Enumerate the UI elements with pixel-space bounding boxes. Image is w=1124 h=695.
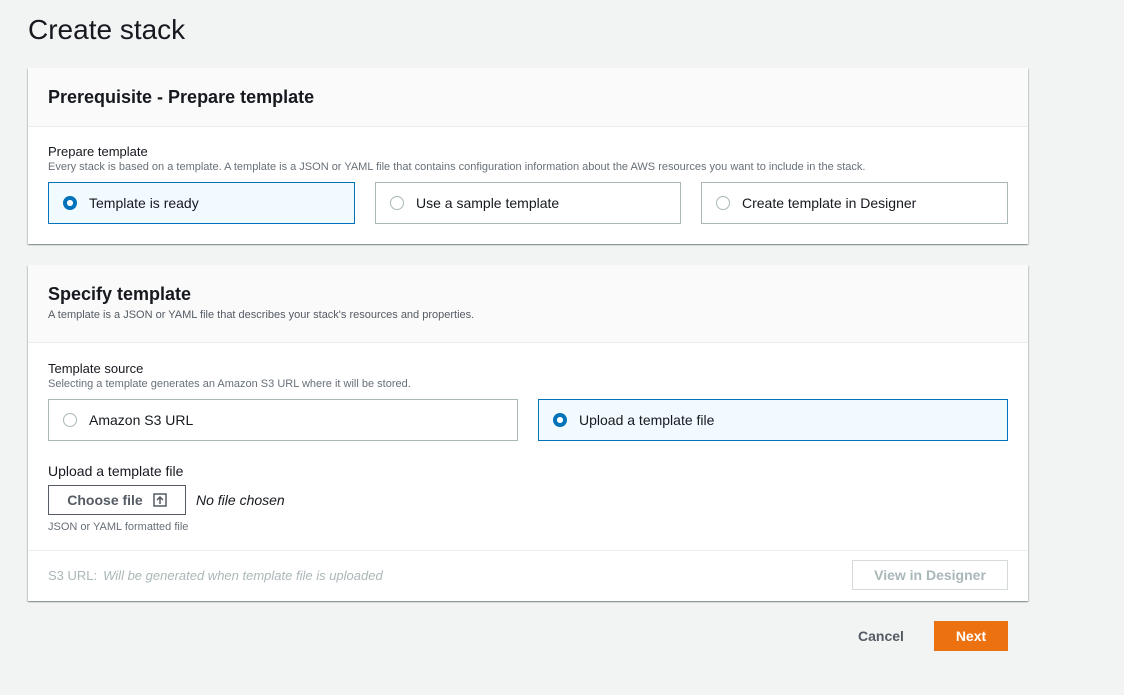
specify-template-panel-title: Specify template <box>48 284 192 304</box>
prepare-template-field: Prepare template Every stack is based on… <box>48 144 865 173</box>
view-in-designer-button[interactable]: View in Designer <box>852 560 1008 590</box>
cancel-button[interactable]: Cancel <box>858 628 904 644</box>
prerequisite-panel: Prerequisite - Prepare template Prepare … <box>28 68 1028 244</box>
specify-template-panel-header: Specify template A template is a JSON or… <box>28 265 1028 343</box>
specify-template-panel-description: A template is a JSON or YAML file that d… <box>48 309 475 321</box>
option-sample-template[interactable]: Use a sample template <box>375 182 681 224</box>
option-designer-template[interactable]: Create template in Designer <box>701 182 1008 224</box>
upload-template-file-label: Upload a template file <box>48 463 184 479</box>
option-label: Upload a template file <box>579 412 715 428</box>
option-template-ready[interactable]: Template is ready <box>48 182 355 224</box>
radio-button[interactable] <box>63 196 77 210</box>
divider <box>28 550 1028 551</box>
s3-url-label: S3 URL: <box>48 568 98 583</box>
specify-template-panel: Specify template A template is a JSON or… <box>28 265 1028 601</box>
option-label: Template is ready <box>89 195 199 211</box>
prepare-template-description: Every stack is based on a template. A te… <box>48 161 866 173</box>
radio-button[interactable] <box>553 413 567 427</box>
file-format-hint: JSON or YAML formatted file <box>48 521 189 533</box>
option-amazon-s3-url[interactable]: Amazon S3 URL <box>48 399 518 441</box>
option-upload-template-file[interactable]: Upload a template file <box>538 399 1008 441</box>
option-label: Create template in Designer <box>742 195 917 211</box>
next-button[interactable]: Next <box>934 621 1008 651</box>
choose-file-label: Choose file <box>67 492 143 508</box>
prepare-template-label: Prepare template <box>48 144 148 159</box>
prerequisite-panel-header: Prerequisite - Prepare template <box>28 68 1028 127</box>
radio-button[interactable] <box>716 196 730 210</box>
prerequisite-panel-title: Prerequisite - Prepare template <box>48 87 315 107</box>
template-source-field: Template source Selecting a template gen… <box>48 361 411 390</box>
choose-file-button[interactable]: Choose file <box>48 485 186 515</box>
template-source-description: Selecting a template generates an Amazon… <box>48 378 411 390</box>
s3-url-value: Will be generated when template file is … <box>103 568 383 583</box>
radio-button[interactable] <box>63 413 77 427</box>
s3-url-row: S3 URL: Will be generated when template f… <box>48 568 383 583</box>
no-file-chosen-text: No file chosen <box>196 492 285 508</box>
radio-button[interactable] <box>390 196 404 210</box>
page-title: Create stack <box>28 14 186 45</box>
upload-icon <box>152 493 167 507</box>
option-label: Amazon S3 URL <box>89 412 194 428</box>
option-label: Use a sample template <box>416 195 560 211</box>
template-source-label: Template source <box>48 361 144 376</box>
